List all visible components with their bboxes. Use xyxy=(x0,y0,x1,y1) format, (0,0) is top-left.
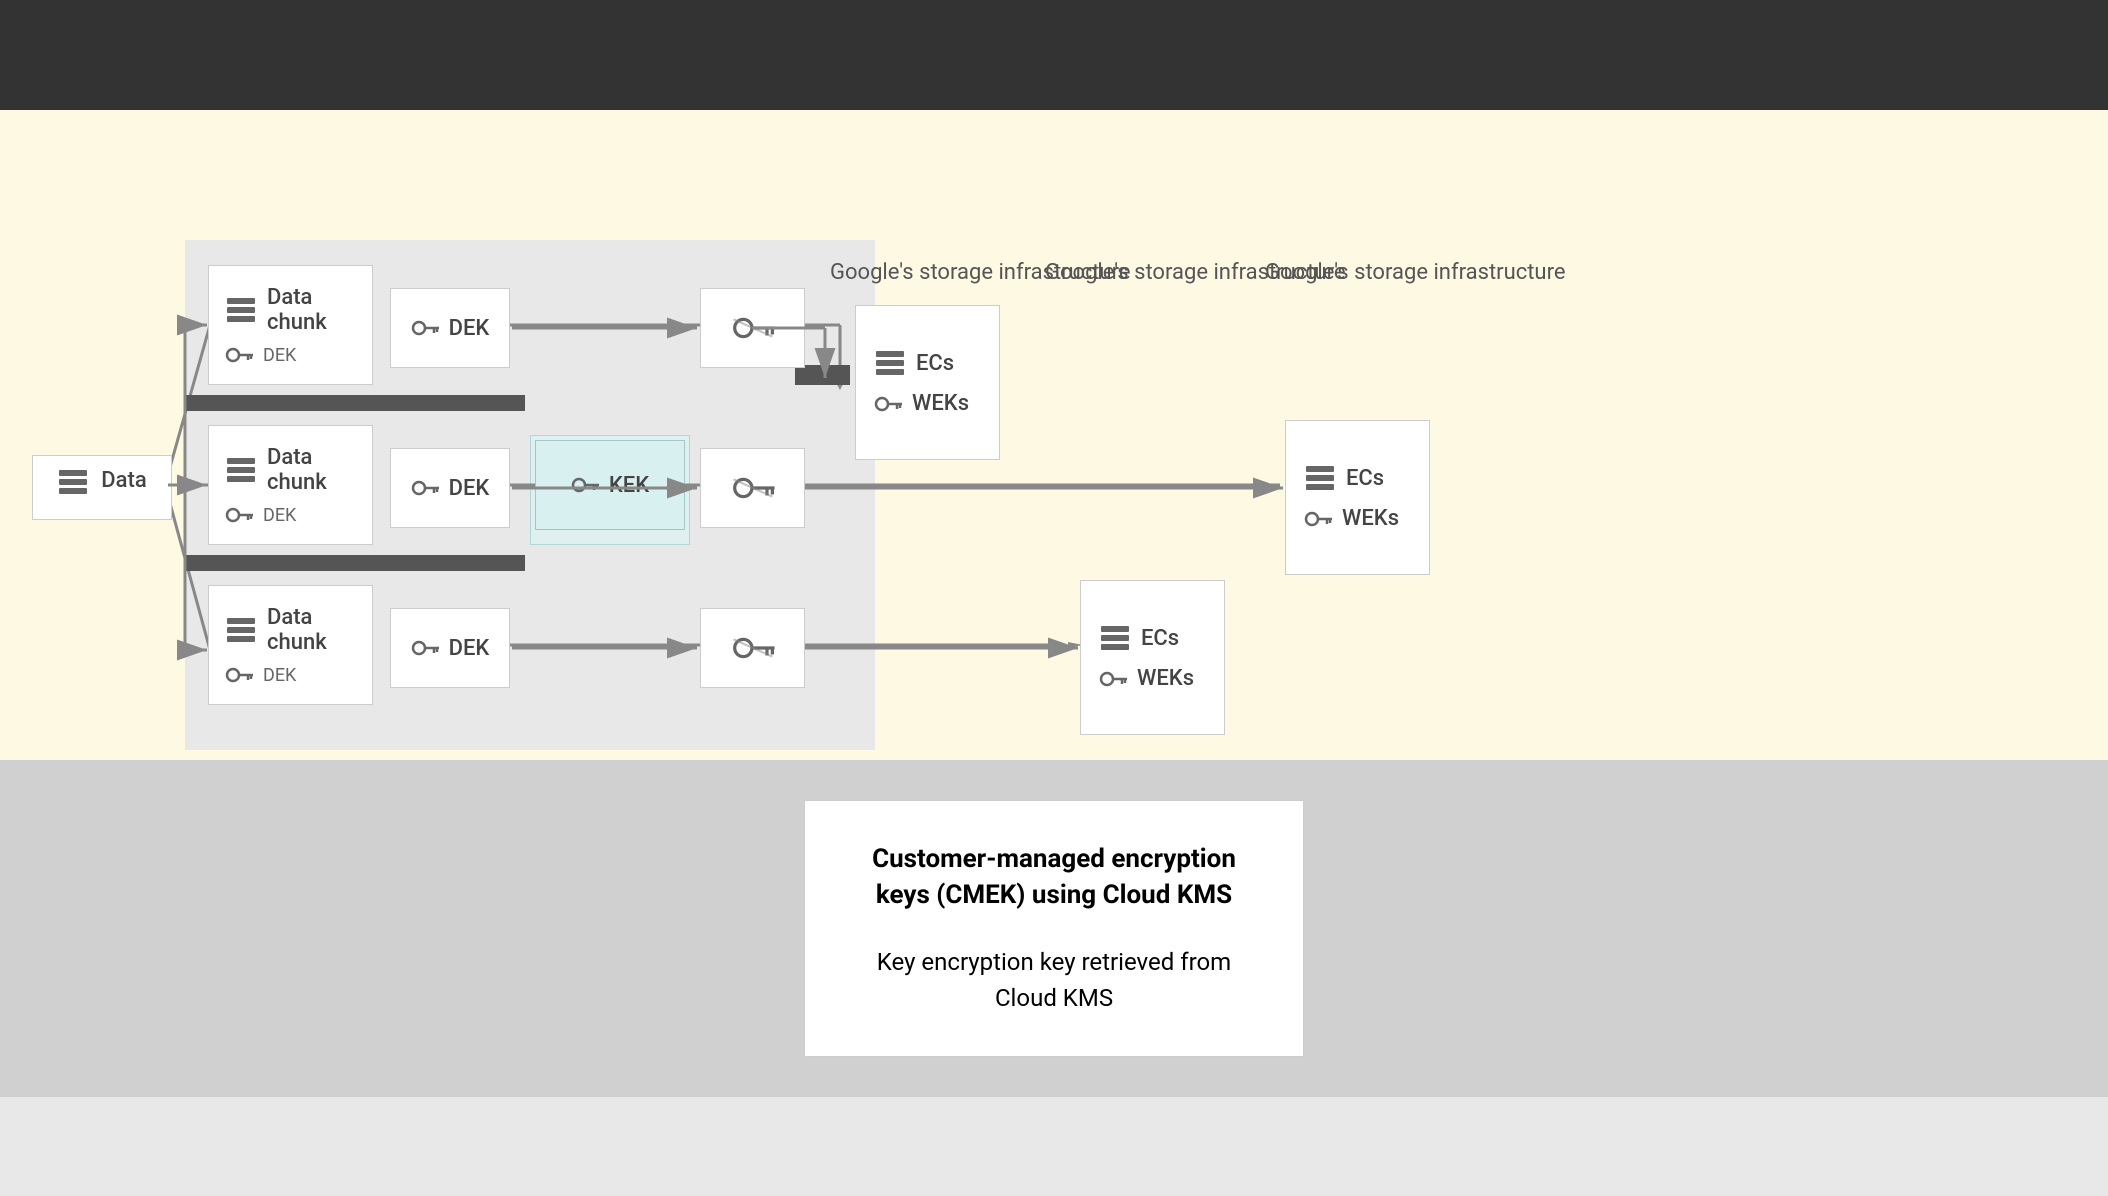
storage-box-2: ECs WEKs xyxy=(1285,420,1430,575)
s2-ecs-label: ECs xyxy=(1346,466,1384,491)
key-icon-s3 xyxy=(1099,670,1127,688)
chunk3-sublabel: DEK xyxy=(263,665,296,686)
server-icon-s1 xyxy=(874,349,906,377)
kek-label: KEK xyxy=(609,473,649,498)
dek3-label: DEK xyxy=(449,636,490,661)
data-chunk-2: Data chunk DEK xyxy=(208,425,373,545)
key-icon-s1 xyxy=(874,395,902,413)
legend-description: Key encryption key retrieved from Cloud … xyxy=(865,944,1243,1016)
s2-weks-label: WEKs xyxy=(1342,506,1399,531)
encrypted-dek-2 xyxy=(700,448,805,528)
connector-bar-top xyxy=(185,395,525,411)
key-icon-edek3 xyxy=(731,634,775,662)
top-bar xyxy=(0,0,2108,110)
key-icon-dek2 xyxy=(411,479,439,497)
storage-box-3: ECs WEKs xyxy=(1080,580,1225,735)
chunk1-label1: Data xyxy=(267,285,327,310)
key-icon-chunk3 xyxy=(225,666,253,684)
server-icon-chunk2 xyxy=(225,456,257,484)
server-icon-s2 xyxy=(1304,464,1336,492)
key-icon-edek1 xyxy=(731,314,775,342)
server-icon-chunk1 xyxy=(225,296,257,324)
chunk2-label1: Data xyxy=(267,445,327,470)
dek2-label: DEK xyxy=(449,476,490,501)
storage-box-1: ECs WEKs xyxy=(855,305,1000,460)
s1-weks-label: WEKs xyxy=(912,391,969,416)
bottom-area: Customer-managed encryption keys (CMEK) … xyxy=(0,760,2108,1097)
s3-ecs-label: ECs xyxy=(1141,626,1179,651)
server-icon-data xyxy=(57,468,89,496)
chunk3-label2: chunk xyxy=(267,630,327,655)
encrypted-dek-1 xyxy=(700,288,805,368)
main-diagram-area: Google's storage infrastructure Google's… xyxy=(0,110,2108,760)
s1-ecs-label: ECs xyxy=(916,351,954,376)
dek-box-1: DEK xyxy=(390,288,510,368)
chunk1-label2: chunk xyxy=(267,310,327,335)
legend-title: Customer-managed encryption keys (CMEK) … xyxy=(865,841,1243,914)
key-icon-dek1 xyxy=(411,319,439,337)
server-icon-s3 xyxy=(1099,624,1131,652)
connector-bar-mid xyxy=(185,555,525,571)
chunk1-sublabel: DEK xyxy=(263,345,296,366)
key-icon-edek2 xyxy=(731,474,775,502)
chunk2-sublabel: DEK xyxy=(263,505,296,526)
legend-box: Customer-managed encryption keys (CMEK) … xyxy=(804,800,1304,1057)
dek-box-3: DEK xyxy=(390,608,510,688)
dek-box-2: DEK xyxy=(390,448,510,528)
key-icon-chunk1 xyxy=(225,346,253,364)
data-chunk-3: Data chunk DEK xyxy=(208,585,373,705)
kek-box: KEK xyxy=(535,440,685,530)
key-icon-s2 xyxy=(1304,510,1332,528)
key-icon-chunk2 xyxy=(225,506,253,524)
server-icon-chunk3 xyxy=(225,616,257,644)
data-chunk-1: Data chunk DEK xyxy=(208,265,373,385)
key-icon-kek xyxy=(571,476,599,494)
encrypted-dek-3 xyxy=(700,608,805,688)
chunk2-label2: chunk xyxy=(267,470,327,495)
data-label: Data xyxy=(101,468,146,493)
connector-bar-right xyxy=(795,365,850,385)
dek1-label: DEK xyxy=(449,316,490,341)
key-icon-dek3 xyxy=(411,639,439,657)
chunk3-label1: Data xyxy=(267,605,327,630)
data-box: Data xyxy=(32,455,172,520)
s3-weks-label: WEKs xyxy=(1137,666,1194,691)
